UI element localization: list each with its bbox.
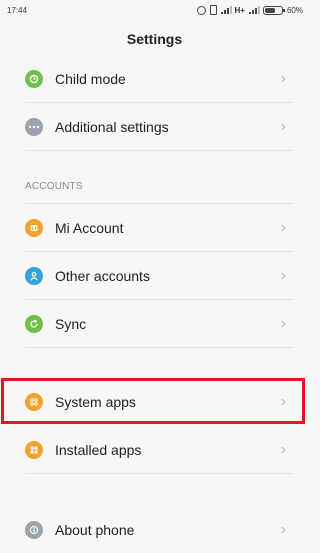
- settings-item-label: Other accounts: [55, 267, 150, 284]
- dots-icon: [25, 117, 43, 136]
- highlight-box: [1, 378, 305, 424]
- chevron-right-icon: ›: [280, 218, 286, 236]
- divider: [25, 473, 294, 474]
- signal-icon-2: [248, 6, 260, 14]
- divider: [25, 347, 294, 348]
- battery-icon: [262, 5, 285, 15]
- settings-item-other-accounts[interactable]: Other accounts ›: [25, 252, 294, 299]
- settings-item-label: Child mode: [55, 70, 126, 87]
- chevron-right-icon: ›: [280, 117, 286, 135]
- settings-item-label: Mi Account: [55, 219, 124, 236]
- network-type: H+: [234, 5, 245, 15]
- settings-item-mi-account[interactable]: Mi Account ›: [25, 204, 294, 251]
- chevron-right-icon: ›: [280, 69, 286, 87]
- battery-fill: [264, 7, 275, 13]
- info-icon: [25, 520, 43, 539]
- settings-item-sync[interactable]: Sync ›: [25, 300, 294, 347]
- settings-item-additional-settings[interactable]: Additional settings ›: [25, 103, 294, 150]
- mi-icon: [25, 218, 43, 237]
- settings-item-installed-apps[interactable]: Installed apps ›: [25, 426, 294, 473]
- settings-item-label: Additional settings: [55, 118, 169, 135]
- page-title: Settings: [126, 31, 183, 47]
- chevron-right-icon: ›: [280, 266, 286, 284]
- settings-item-label: Sync: [55, 315, 87, 332]
- person-icon: [25, 266, 43, 285]
- settings-item-label: Installed apps: [55, 441, 142, 458]
- alarm-icon: [196, 5, 206, 15]
- apps-icon: [25, 440, 43, 459]
- status-time: 17:44: [7, 6, 28, 15]
- sync-icon: [25, 314, 43, 333]
- battery-percent: 60%: [286, 5, 303, 15]
- settings-item-child-mode[interactable]: Child mode ›: [25, 55, 294, 102]
- chevron-right-icon: ›: [280, 440, 286, 458]
- vibrate-icon: [209, 5, 217, 15]
- divider: [25, 150, 294, 151]
- settings-item-label: About phone: [55, 521, 135, 538]
- chevron-right-icon: ›: [280, 314, 286, 332]
- chevron-right-icon: ›: [280, 520, 286, 538]
- settings-item-about-phone[interactable]: About phone ›: [25, 506, 294, 553]
- status-icons: H+ 60%: [196, 5, 303, 15]
- section-title-accounts: ACCOUNTS: [25, 181, 83, 192]
- signal-icon: [220, 6, 232, 14]
- clock-icon: [25, 69, 43, 88]
- status-bar: 17:44 H+ 60%: [0, 0, 309, 22]
